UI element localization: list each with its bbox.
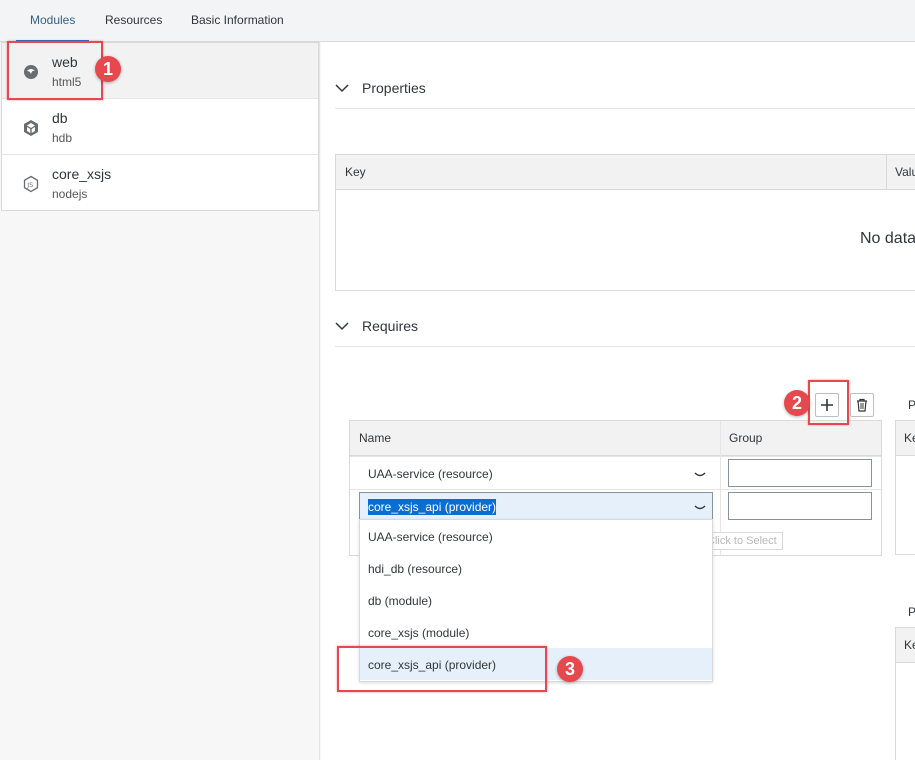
module-name: core_xsjs	[52, 166, 112, 182]
dropdown-option[interactable]: core_xsjs (module)	[360, 616, 712, 648]
table-row: core_xsjs_api (provider)	[350, 489, 881, 522]
module-name: db	[52, 110, 68, 126]
annotation-badge: 2	[784, 390, 810, 416]
database-cube-icon	[22, 119, 40, 137]
delete-button[interactable]	[850, 393, 874, 417]
group-input[interactable]	[728, 492, 872, 520]
side-table: Ke	[895, 627, 915, 760]
no-data-text: No data	[860, 230, 915, 247]
chevron-down-icon[interactable]	[335, 81, 349, 95]
column-header-value: Valu	[887, 155, 915, 190]
column-header-key: Key	[336, 155, 887, 190]
module-type: nodejs	[52, 187, 88, 201]
tab-modules[interactable]: Modules	[15, 13, 90, 42]
module-item-core-xsjs[interactable]: JS core_xsjs nodejs	[2, 155, 318, 210]
table-row: UAA-service (resource)	[350, 456, 881, 489]
requires-section-header[interactable]: Requires	[335, 307, 915, 347]
annotation-badge: 3	[557, 656, 583, 682]
tab-resources[interactable]: Resources	[105, 13, 162, 27]
chevron-down-icon[interactable]	[335, 319, 349, 333]
annotation-highlight	[808, 380, 849, 425]
side-table-label: P	[908, 605, 915, 619]
module-item-db[interactable]: db hdb	[2, 99, 318, 155]
chevron-down-icon[interactable]	[694, 502, 706, 512]
select-value: UAA-service (resource)	[368, 467, 493, 481]
annotation-badge: 1	[95, 56, 121, 82]
select-value[interactable]: core_xsjs_api (provider)	[368, 499, 497, 515]
properties-section-header[interactable]: Properties	[335, 69, 915, 109]
section-title: Properties	[362, 80, 426, 96]
column-header-name: Name	[350, 421, 720, 456]
annotation-highlight	[337, 646, 547, 692]
tooltip: Click to Select	[701, 532, 783, 550]
side-table: Ke	[895, 420, 915, 555]
dropdown-option[interactable]: UAA-service (resource)	[360, 520, 712, 552]
section-title: Requires	[362, 318, 419, 334]
properties-table: Key Valu No data	[335, 154, 915, 291]
chevron-down-icon[interactable]	[694, 469, 706, 479]
svg-text:JS: JS	[26, 181, 33, 189]
modules-pane: web html5 db hdb JS core_xsjs nodejs	[0, 42, 320, 760]
dropdown-option[interactable]: hdi_db (resource)	[360, 552, 712, 584]
group-input[interactable]	[728, 459, 872, 487]
name-select[interactable]: UAA-service (resource)	[359, 459, 713, 487]
annotation-highlight	[7, 41, 103, 100]
top-tab-bar: Modules Resources Basic Information	[0, 0, 915, 42]
column-header-key: Ke	[896, 628, 915, 663]
module-type: hdb	[52, 131, 73, 145]
nodejs-hexagon-icon: JS	[22, 175, 40, 193]
tab-basic-information[interactable]: Basic Information	[191, 13, 284, 27]
side-table-label: P	[908, 398, 915, 412]
name-select[interactable]: core_xsjs_api (provider)	[359, 492, 713, 520]
column-header-group: Group	[720, 421, 881, 456]
dropdown-option[interactable]: db (module)	[360, 584, 712, 616]
column-header-key: Ke	[896, 421, 915, 456]
